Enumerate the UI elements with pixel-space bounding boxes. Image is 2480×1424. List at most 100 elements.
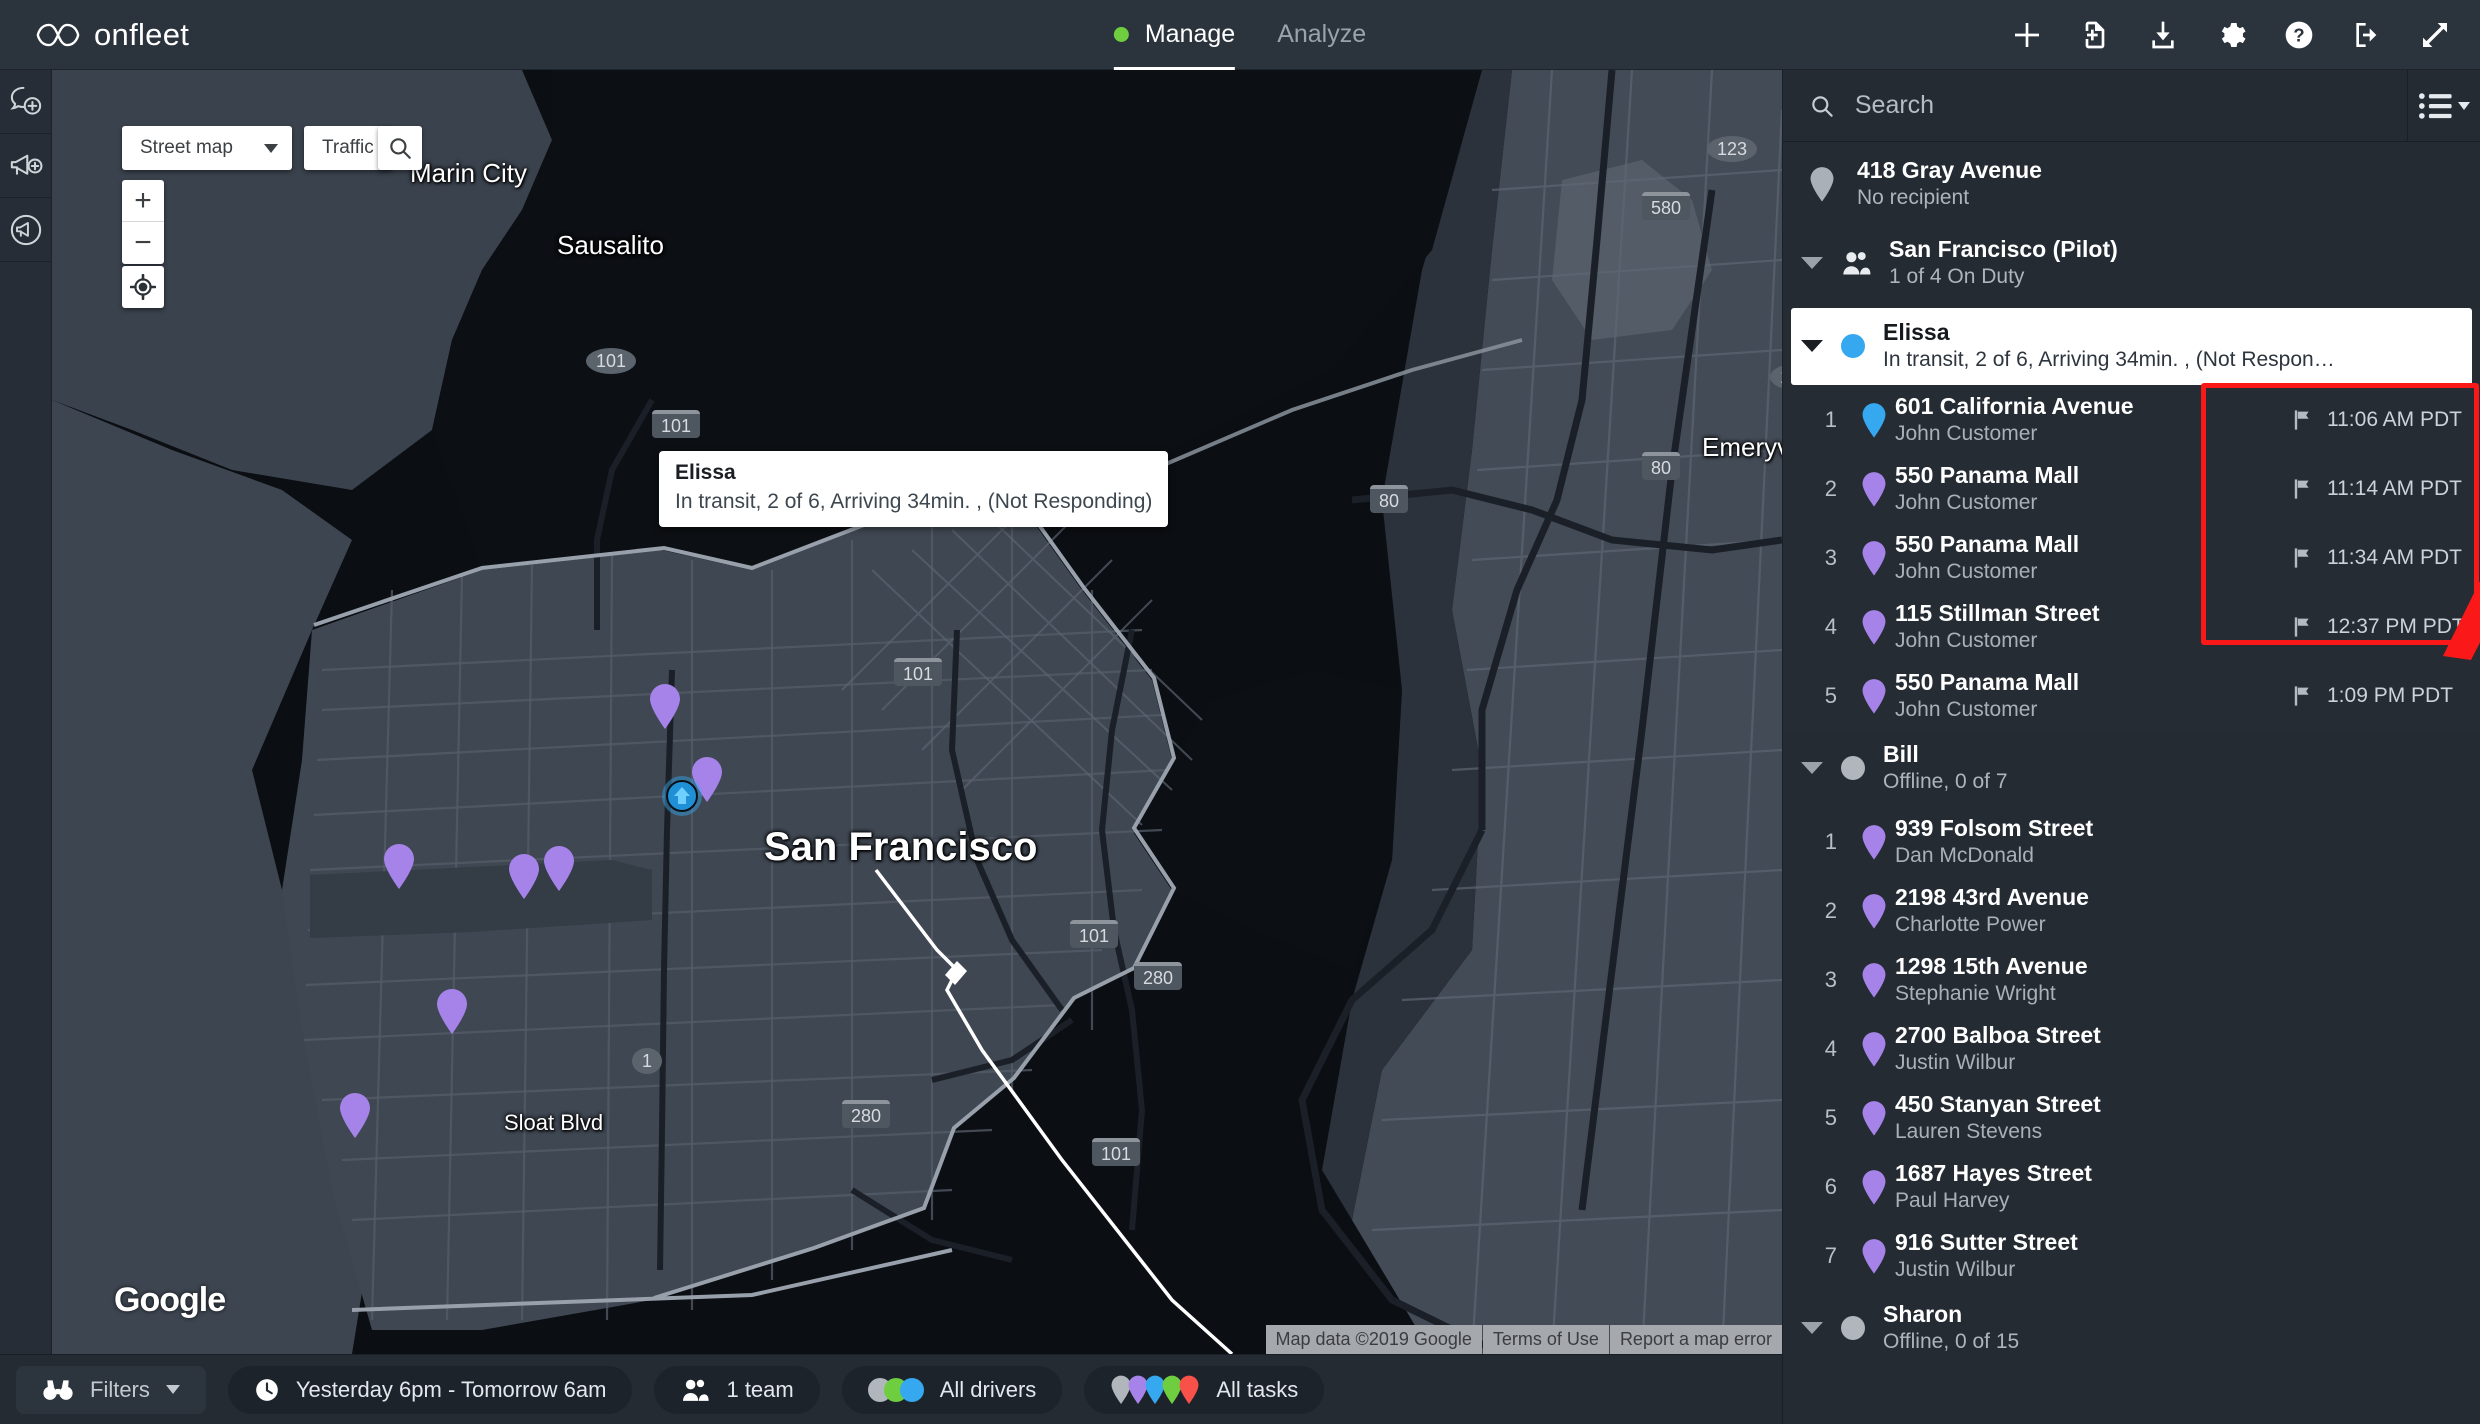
help-icon[interactable]: ? — [2282, 18, 2316, 52]
task-eta-time: 1:09 PM PDT — [2327, 684, 2453, 708]
driver-status-swatches — [868, 1378, 924, 1402]
chevron-down-icon[interactable] — [1801, 1322, 1823, 1334]
task-list-bill: 1 939 Folsom Street Dan McDonald 2 2198 … — [1783, 807, 2480, 1290]
main-nav: Manage Analyze — [1114, 0, 1366, 70]
highway-shield: 80 — [1370, 485, 1408, 513]
unassigned-address: 418 Gray Avenue — [1857, 156, 2042, 184]
task-address: 1298 15th Avenue — [1895, 952, 2290, 980]
task-pin-icon — [1853, 678, 1895, 714]
list-view-icon[interactable] — [2408, 70, 2480, 142]
google-watermark: Google — [114, 1281, 225, 1320]
chevron-down-icon[interactable] — [1801, 257, 1823, 269]
tooltip-title: Elissa — [675, 459, 1152, 487]
tasks-filter-button[interactable]: All tasks — [1084, 1366, 1324, 1414]
driver-row-bill[interactable]: Bill Offline, 0 of 7 — [1783, 730, 2480, 807]
task-pin-icon — [1853, 824, 1895, 860]
zoom-in-button[interactable]: + — [122, 180, 164, 222]
search-input[interactable] — [1855, 91, 2407, 120]
locate-button[interactable] — [122, 266, 164, 308]
map-task-pin[interactable] — [648, 683, 682, 729]
task-recipient: John Customer — [1895, 489, 2290, 516]
map-task-pin[interactable] — [382, 843, 416, 889]
chevron-down-icon — [166, 1385, 180, 1394]
map-attribution: Map data ©2019 Google Terms of Use Repor… — [1266, 1325, 1783, 1354]
new-announcement-icon[interactable] — [0, 134, 51, 198]
chevron-down-icon[interactable] — [1801, 340, 1823, 352]
map-task-pin[interactable] — [338, 1092, 372, 1138]
map-task-pin[interactable] — [542, 845, 576, 891]
map-task-pin[interactable] — [507, 853, 541, 899]
expand-icon[interactable] — [2418, 18, 2452, 52]
flag-icon — [2290, 684, 2314, 708]
new-task-icon[interactable] — [2078, 18, 2112, 52]
task-number: 3 — [1783, 967, 1853, 993]
filters-button[interactable]: Filters — [16, 1366, 206, 1414]
task-eta: 11:06 AM PDT — [2290, 408, 2480, 432]
announcements-icon[interactable] — [0, 198, 51, 262]
driver-status: Offline, 0 of 15 — [1883, 1328, 2019, 1355]
team-icon — [680, 1378, 710, 1402]
import-icon[interactable] — [2146, 18, 2180, 52]
task-recipient: Stephanie Wright — [1895, 980, 2290, 1007]
task-row[interactable]: 3 550 Panama Mall John Customer 11:34 AM… — [1783, 523, 2480, 592]
svg-text:?: ? — [2293, 24, 2304, 45]
driver-location-marker[interactable] — [660, 774, 704, 818]
task-row[interactable]: 5 550 Panama Mall John Customer 1:09 PM … — [1783, 661, 2480, 730]
tab-analyze[interactable]: Analyze — [1277, 0, 1366, 70]
task-row[interactable]: 1 939 Folsom Street Dan McDonald — [1783, 807, 2480, 876]
chevron-down-icon — [264, 144, 278, 153]
task-number: 2 — [1783, 898, 1853, 924]
map-search-button[interactable] — [378, 126, 422, 170]
drivers-filter-button[interactable]: All drivers — [842, 1366, 1063, 1414]
task-recipient: Charlotte Power — [1895, 911, 2290, 938]
highway-shield: 101 — [894, 658, 942, 686]
task-row[interactable]: 1 601 California Avenue John Customer 11… — [1783, 385, 2480, 454]
team-status: 1 of 4 On Duty — [1889, 263, 2118, 290]
task-row[interactable]: 2 550 Panama Mall John Customer 11:14 AM… — [1783, 454, 2480, 523]
task-eta-time: 12:37 PM PDT — [2327, 615, 2465, 639]
highway-shield: 80 — [1642, 452, 1680, 480]
task-row[interactable]: 5 450 Stanyan Street Lauren Stevens — [1783, 1083, 2480, 1152]
add-icon[interactable] — [2010, 18, 2044, 52]
logout-icon[interactable] — [2350, 18, 2384, 52]
task-eta-time: 11:34 AM PDT — [2327, 546, 2462, 570]
task-row[interactable]: 6 1687 Hayes Street Paul Harvey — [1783, 1152, 2480, 1221]
task-row[interactable]: 7 916 Sutter Street Justin Wilbur — [1783, 1221, 2480, 1290]
team-name: San Francisco (Pilot) — [1889, 235, 2118, 263]
tasks-filter-label: All tasks — [1216, 1377, 1298, 1403]
right-panel: 418 Gray Avenue No recipient San Francis… — [1782, 70, 2480, 1424]
zoom-out-button[interactable]: − — [122, 222, 164, 264]
driver-status-dot — [1841, 334, 1865, 358]
binoculars-icon — [42, 1377, 74, 1403]
chevron-down-icon[interactable] — [1801, 762, 1823, 774]
attribution-report[interactable]: Report a map error — [1610, 1325, 1782, 1354]
new-chat-icon[interactable] — [0, 70, 51, 134]
date-range-button[interactable]: Yesterday 6pm - Tomorrow 6am — [228, 1366, 633, 1414]
driver-row-elissa[interactable]: Elissa In transit, 2 of 6, Arriving 34mi… — [1791, 308, 2472, 385]
task-pin-icon — [1853, 962, 1895, 998]
driver-row-sharon[interactable]: Sharon Offline, 0 of 15 — [1783, 1290, 2480, 1367]
task-address: 2198 43rd Avenue — [1895, 883, 2290, 911]
highway-shield: 580 — [1642, 192, 1690, 220]
driver-status-dot — [1841, 1316, 1865, 1340]
map-canvas[interactable]: Marin City Sausalito Emeryville Ber Oa S… — [52, 70, 1782, 1354]
task-row[interactable]: 4 115 Stillman Street John Customer 12:3… — [1783, 592, 2480, 661]
gear-icon[interactable] — [2214, 18, 2248, 52]
tab-manage[interactable]: Manage — [1114, 0, 1235, 70]
team-filter-button[interactable]: 1 team — [654, 1366, 819, 1414]
unassigned-task-row[interactable]: 418 Gray Avenue No recipient — [1783, 142, 2480, 225]
brand[interactable]: onfleet — [0, 17, 189, 53]
team-icon — [1841, 250, 1871, 276]
map-task-pin[interactable] — [435, 988, 469, 1034]
task-row[interactable]: 4 2700 Balboa Street Justin Wilbur — [1783, 1014, 2480, 1083]
panel-header — [1783, 70, 2480, 142]
attribution-terms[interactable]: Terms of Use — [1483, 1325, 1609, 1354]
task-row[interactable]: 3 1298 15th Avenue Stephanie Wright — [1783, 945, 2480, 1014]
search-container[interactable] — [1783, 70, 2408, 142]
task-address: 2700 Balboa Street — [1895, 1021, 2290, 1049]
task-row[interactable]: 2 2198 43rd Avenue Charlotte Power — [1783, 876, 2480, 945]
team-group-row[interactable]: San Francisco (Pilot) 1 of 4 On Duty — [1783, 225, 2480, 302]
task-status-swatches — [1110, 1375, 1200, 1404]
map-type-select[interactable]: Street map — [122, 126, 292, 170]
search-icon — [1809, 92, 1835, 120]
